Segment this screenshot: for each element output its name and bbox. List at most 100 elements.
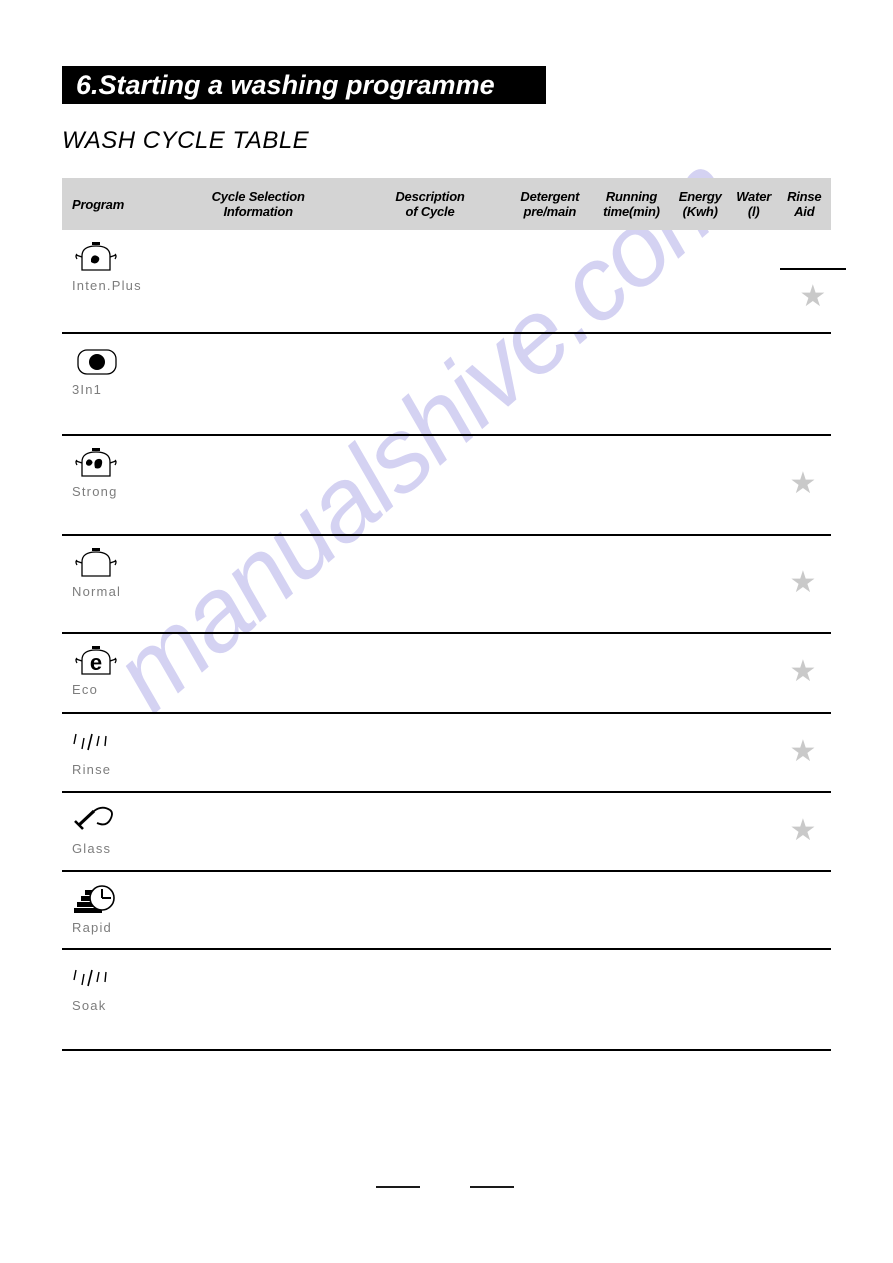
column-header-energy: Energy (Kwh) (671, 189, 730, 219)
column-header-cycle-line1: Cycle Selection (211, 189, 305, 204)
column-header-detergent-line1: Detergent (520, 189, 580, 204)
cell-rinse-aid: ★ (775, 436, 831, 534)
table-row: Normal ★ (62, 536, 831, 634)
cell-detergent-pre-main (492, 714, 581, 791)
column-header-cycle-selection-information: Cycle Selection Information (164, 189, 353, 219)
cell-detergent-pre-main (492, 334, 581, 434)
cell-detergent-pre-main (492, 793, 581, 870)
cell-description-of-cycle (330, 872, 492, 948)
cell-rinse-aid: ★ (775, 714, 831, 791)
rinse-aid-star-icon: ★ (789, 655, 817, 688)
rinse-aid-rule (779, 268, 846, 270)
water-streaks-icon (72, 724, 132, 758)
cell-rinse-aid (775, 334, 831, 434)
column-header-detergent-line2: pre/main (523, 204, 577, 219)
table-body: Inten.Plus ★ 3In1 Strong ★ Normal ★ e Eco ★ (62, 230, 846, 1051)
cell-description-of-cycle (330, 950, 492, 1049)
cell-rinse-aid (775, 872, 831, 948)
cell-description-of-cycle (330, 334, 492, 434)
program-label: Rapid (72, 920, 112, 935)
cell-program: Rapid (62, 872, 132, 948)
cell-energy-kwh (663, 536, 725, 632)
rounded-rect-dot-icon (72, 344, 132, 378)
pot-double-mark-icon (72, 446, 132, 480)
cell-energy-kwh (663, 950, 725, 1049)
cell-rinse-aid: ★ (775, 634, 831, 712)
cell-program: Strong (62, 436, 132, 534)
rinse-aid-star-icon: ★ (789, 735, 817, 768)
cell-water-l (725, 634, 775, 712)
cell-rinse-aid: ★ (775, 536, 831, 632)
cell-cycle-selection-information (132, 634, 330, 712)
rinse-aid-star-icon: ★ (789, 467, 817, 500)
rinse-aid-star-icon: ★ (789, 566, 817, 599)
cell-running-time (581, 634, 663, 712)
column-header-rinse-aid: Rinse Aid (778, 189, 831, 219)
program-label: Inten.Plus (72, 278, 142, 293)
table-row: Strong ★ (62, 436, 831, 536)
cell-cycle-selection-information (132, 872, 330, 948)
cell-description-of-cycle (330, 536, 492, 632)
cell-program: Glass (62, 793, 132, 870)
rinse-aid-star-icon: ★ (789, 814, 817, 847)
cell-rinse-aid: ★ (775, 793, 831, 870)
cell-program: Inten.Plus (62, 230, 142, 332)
program-label: Soak (72, 998, 107, 1013)
cell-program: Soak (62, 950, 132, 1049)
cell-detergent-pre-main (502, 230, 591, 332)
cell-detergent-pre-main (492, 950, 581, 1049)
cell-program: e Eco (62, 634, 132, 712)
pot-eco-icon: e (72, 644, 132, 678)
cell-energy-kwh (663, 793, 725, 870)
footer-rule-left (376, 1186, 420, 1188)
cell-energy-kwh (663, 714, 725, 791)
cell-running-time (581, 793, 663, 870)
cell-water-l (725, 872, 775, 948)
program-label: Eco (72, 682, 99, 697)
cell-energy-kwh (673, 230, 735, 332)
cell-energy-kwh (663, 436, 725, 534)
cell-description-of-cycle (330, 436, 492, 534)
cell-cycle-selection-information (132, 536, 330, 632)
cell-running-time (581, 536, 663, 632)
page-title: 6.Starting a washing programme (76, 70, 495, 100)
cell-description-of-cycle (330, 634, 492, 712)
cell-program: 3In1 (62, 334, 132, 434)
pot-single-mark-icon (72, 240, 142, 274)
cell-cycle-selection-information (132, 950, 330, 1049)
column-header-desc-line1: Description (395, 189, 465, 204)
cell-cycle-selection-information (132, 334, 330, 434)
cell-program: Normal (62, 536, 132, 632)
cell-running-time (581, 714, 663, 791)
column-header-program-line1: Program (72, 196, 125, 212)
table-header-row: Program Cycle Selection Information Desc… (62, 178, 831, 230)
cell-energy-kwh (663, 334, 725, 434)
program-label: Normal (72, 584, 122, 599)
rinse-aid-star-icon: ★ (799, 280, 827, 313)
cell-water-l (725, 436, 775, 534)
column-header-energy-line2: (Kwh) (682, 204, 718, 219)
cell-detergent-pre-main (492, 872, 581, 948)
program-label: Glass (72, 841, 112, 856)
cell-rinse-aid: ★ (779, 230, 846, 332)
wash-cycle-table: Program Cycle Selection Information Desc… (62, 178, 846, 1051)
table-row: Inten.Plus ★ (62, 230, 846, 334)
column-header-detergent: Detergent pre/main (507, 189, 592, 219)
footer-rule-right (470, 1186, 514, 1188)
cell-water-l (725, 536, 775, 632)
cell-running-time (581, 950, 663, 1049)
cell-description-of-cycle (330, 793, 492, 870)
column-header-running-line1: Running (605, 189, 658, 204)
column-header-running-time: Running time(min) (592, 189, 670, 219)
cell-description-of-cycle (330, 714, 492, 791)
cell-water-l (725, 334, 775, 434)
cell-description-of-cycle (340, 230, 502, 332)
program-label: Rinse (72, 762, 112, 777)
cell-detergent-pre-main (492, 634, 581, 712)
column-header-cycle-line2: Information (223, 204, 293, 219)
cell-program: Rinse (62, 714, 132, 791)
cell-rinse-aid (775, 950, 831, 1049)
cell-cycle-selection-information (132, 714, 330, 791)
fast-clock-icon (72, 882, 132, 916)
cell-running-time (581, 436, 663, 534)
